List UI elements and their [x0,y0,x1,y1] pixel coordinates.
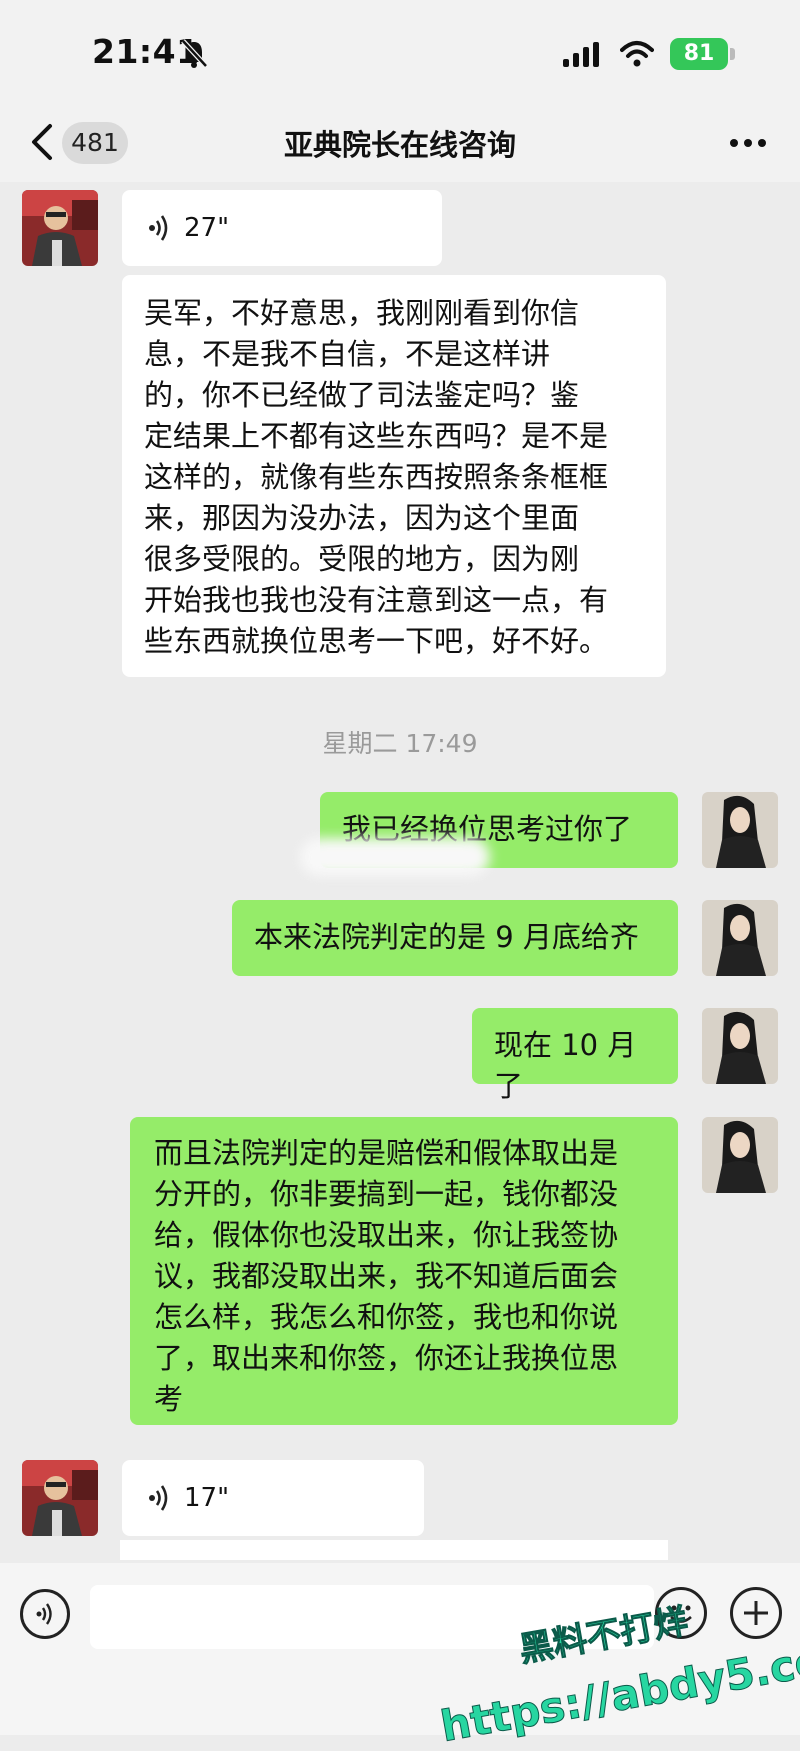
message-line: 这样的，就像有些东西按照条条框框 [144,460,609,494]
message-line: 给，假体你也没取出来，你让我签协 [154,1218,619,1252]
more-icon[interactable] [728,128,768,158]
chat-timestamp: 星期二 17:49 [322,729,478,758]
user-avatar-image [702,1008,778,1084]
text-message-outgoing[interactable]: 现在 10 月了 [472,1008,678,1103]
voice-duration: 27" [184,212,230,243]
bell-off-icon [181,39,208,68]
contact-avatar-image [22,1460,98,1536]
chat-title: 亚典院长在线咨询 [283,128,516,162]
voice-icon [149,215,168,241]
user-avatar[interactable] [702,900,778,976]
message-line: 的，你不已经做了司法鉴定吗？鉴 [144,378,580,412]
message-line: 些东西就换位思考一下吧，好不好。 [144,624,609,658]
message-line: 息，不是我不自信，不是这样讲 [144,337,551,371]
message-line: 怎么样，我怎么和你签，我也和你说 [154,1300,619,1334]
message-line: 而且法院判定的是赔偿和假体取出是 [154,1136,619,1170]
user-avatar-image [702,900,778,976]
message-line: 考 [154,1382,184,1416]
message-line: 议，我都没取出来，我不知道后面会 [154,1259,619,1293]
text-message-outgoing[interactable]: 本来法院判定的是 9 月底给齐 [232,900,678,976]
message-line: 开始我也我也没有注意到这一点，有 [144,583,609,617]
plus-icon [744,1601,768,1625]
plus-button[interactable] [730,1587,782,1639]
user-avatar[interactable] [702,1117,778,1193]
message-line: 定结果上不都有这些东西吗？是不是 [144,419,609,453]
text-message-incoming[interactable]: 吴军，不好意思，我刚刚看到你信 息，不是我不自信，不是这样讲 的，你不已经做了司… [122,275,666,677]
user-avatar[interactable] [702,1008,778,1084]
redaction-smear [300,838,490,876]
message-line: 了，取出来和你签，你还让我换位思 [154,1341,619,1375]
voice-message[interactable]: 17" [122,1460,424,1536]
voice-icon [36,1603,52,1625]
voice-duration: 17" [184,1482,230,1513]
message-line: 分开的，你非要搞到一起，钱你都没 [154,1177,619,1211]
voice-message[interactable]: 27" [122,190,442,266]
wifi-icon [620,41,654,67]
chat-header: 481 亚典院长在线咨询 [0,104,800,182]
message-line: 吴军，不好意思，我刚刚看到你信 [144,296,580,330]
contact-avatar[interactable] [22,190,98,266]
message-line: 本来法院判定的是 9 月底给齐 [254,920,639,954]
signal-icon [563,42,599,67]
user-avatar[interactable] [702,792,778,868]
status-bar: 21:41 81 [0,0,800,104]
user-avatar-image [702,792,778,868]
user-avatar-image [702,1117,778,1193]
message-line: 现在 10 月了 [494,1028,637,1103]
voice-input-button[interactable] [20,1589,70,1639]
voice-icon [149,1485,168,1511]
battery-tip [730,48,735,60]
message-line: 很多受限的。受限的地方，因为刚 [144,542,580,576]
text-message-outgoing[interactable]: 而且法院判定的是赔偿和假体取出是 分开的，你非要搞到一起，钱你都没 给，假体你也… [130,1117,678,1425]
partial-message-edge [120,1540,668,1560]
message-line: 来，那因为没办法，因为这个里面 [144,501,580,535]
contact-avatar[interactable] [22,1460,98,1536]
contact-avatar-image [22,190,98,266]
battery-indicator: 81 [670,38,728,70]
